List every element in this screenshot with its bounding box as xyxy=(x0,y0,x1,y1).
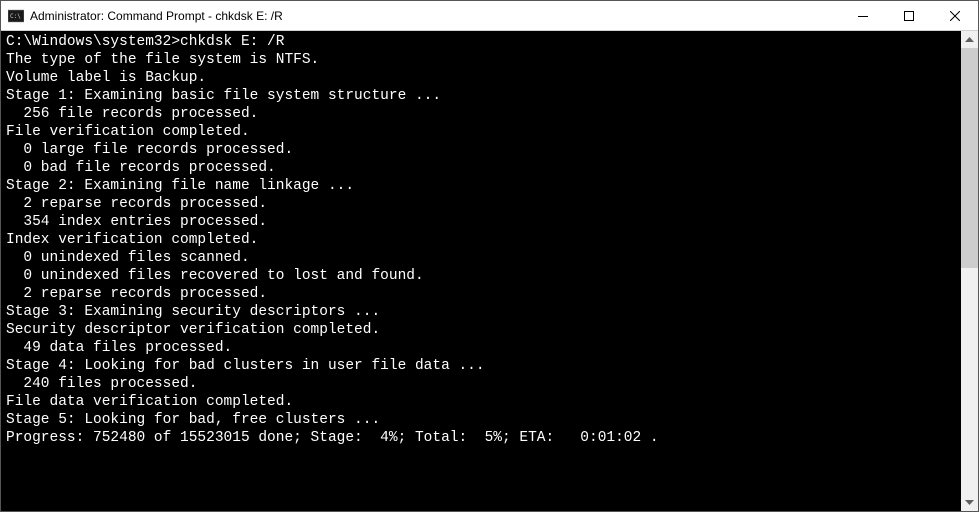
output-line: The type of the file system is NTFS. xyxy=(6,51,961,69)
output-line: 2 reparse records processed. xyxy=(6,195,961,213)
minimize-button[interactable] xyxy=(840,1,886,30)
output-line: Progress: 752480 of 15523015 done; Stage… xyxy=(6,429,961,447)
scroll-up-button[interactable] xyxy=(961,31,978,48)
window-title: Administrator: Command Prompt - chkdsk E… xyxy=(30,9,840,23)
window-controls xyxy=(840,1,978,30)
close-button[interactable] xyxy=(932,1,978,30)
output-line: 0 unindexed files recovered to lost and … xyxy=(6,267,961,285)
output-line: File verification completed. xyxy=(6,123,961,141)
terminal-output[interactable]: C:\Windows\system32>chkdsk E: /RThe type… xyxy=(1,31,961,511)
content-area: C:\Windows\system32>chkdsk E: /RThe type… xyxy=(1,31,978,511)
output-line: File data verification completed. xyxy=(6,393,961,411)
output-line: 0 unindexed files scanned. xyxy=(6,249,961,267)
output-line: 0 large file records processed. xyxy=(6,141,961,159)
output-line: 256 file records processed. xyxy=(6,105,961,123)
output-line: Stage 4: Looking for bad clusters in use… xyxy=(6,357,961,375)
prompt-path: C:\Windows\system32> xyxy=(6,34,180,50)
output-line: Index verification completed. xyxy=(6,231,961,249)
output-line: 2 reparse records processed. xyxy=(6,285,961,303)
prompt-command: chkdsk E: /R xyxy=(180,34,284,50)
maximize-button[interactable] xyxy=(886,1,932,30)
output-line: 0 bad file records processed. xyxy=(6,159,961,177)
scrollbar-thumb[interactable] xyxy=(961,48,978,268)
output-line: Stage 3: Examining security descriptors … xyxy=(6,303,961,321)
output-line: 354 index entries processed. xyxy=(6,213,961,231)
cmd-icon: C:\ xyxy=(8,8,24,24)
scroll-down-button[interactable] xyxy=(961,494,978,511)
window: C:\ Administrator: Command Prompt - chkd… xyxy=(0,0,979,512)
svg-text:C:\: C:\ xyxy=(10,13,21,20)
output-line: 240 files processed. xyxy=(6,375,961,393)
output-line: Volume label is Backup. xyxy=(6,69,961,87)
output-line: Stage 2: Examining file name linkage ... xyxy=(6,177,961,195)
scrollbar-track[interactable] xyxy=(961,48,978,494)
titlebar[interactable]: C:\ Administrator: Command Prompt - chkd… xyxy=(1,1,978,31)
output-line: Security descriptor verification complet… xyxy=(6,321,961,339)
vertical-scrollbar[interactable] xyxy=(961,31,978,511)
output-line: Stage 5: Looking for bad, free clusters … xyxy=(6,411,961,429)
output-line: Stage 1: Examining basic file system str… xyxy=(6,87,961,105)
output-line: 49 data files processed. xyxy=(6,339,961,357)
